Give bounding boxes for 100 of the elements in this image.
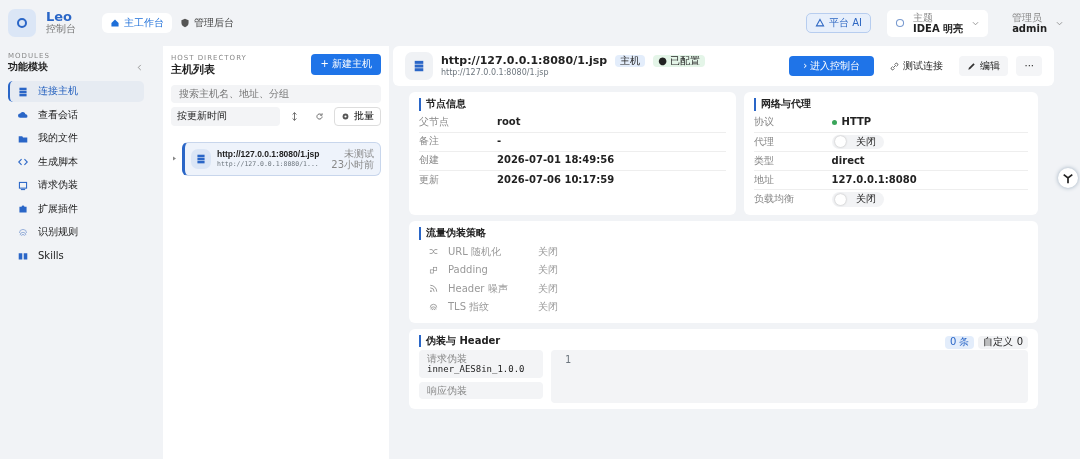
toggle-switch[interactable]: 关闭 [831, 134, 884, 149]
host-status: 未测试 [343, 147, 374, 159]
sort-dropdown[interactable]: 按更新时间 [171, 107, 280, 126]
home-icon [110, 18, 120, 28]
line-number: 1 [565, 354, 572, 365]
panel-title: 流量伪装策略 [419, 227, 1028, 240]
logo-icon [8, 9, 36, 37]
selector-label: 主题 [913, 11, 935, 23]
fingerprint-icon [18, 227, 28, 238]
sidebar-item[interactable]: 请求伪装 [8, 175, 144, 196]
field-label: 代理 [753, 135, 775, 148]
enter-console-button[interactable]: › 进入控制台 [789, 55, 875, 77]
pencil-icon [967, 61, 977, 71]
sidebar-item[interactable]: 生成脚本 [8, 151, 144, 173]
server-icon [191, 148, 211, 169]
custom-badge: 自定义 0 [978, 336, 1028, 349]
setting-label: Padding [448, 264, 489, 277]
field-value: 2026-07-01 18:49:56 [497, 154, 615, 167]
nav-tab[interactable]: 主工作台 [102, 12, 172, 34]
field-label: 类型 [753, 154, 775, 168]
field-label: 地址 [753, 173, 775, 187]
server-icon [405, 52, 433, 80]
field-value: 127.0.0.1:8080 [831, 173, 917, 187]
detail-url: http://127.0.0.1:8080/1.jsp [441, 67, 550, 78]
host-time: 23小时前 [331, 158, 374, 170]
expand-icon[interactable] [171, 155, 178, 162]
panel-title: 网络与代理 [753, 98, 1028, 111]
collapse-button[interactable] [135, 62, 144, 72]
field-label: 父节点 [419, 116, 450, 129]
cloud-icon [18, 110, 28, 120]
server-icon [18, 86, 28, 97]
setting-label: Header 噪声 [448, 282, 509, 295]
sidebar-item[interactable]: Skills [8, 245, 144, 267]
edit-button[interactable]: 编辑 [959, 55, 1009, 77]
field-value: direct [831, 154, 865, 168]
host-name: http://127.0.0.1:8080/1.jsp [217, 149, 321, 160]
toggle-switch[interactable]: 关闭 [831, 192, 884, 207]
field-value: 2026-07-06 10:17:59 [497, 173, 615, 187]
sidebar-item[interactable]: 识别规则 [8, 222, 144, 243]
setting-label: URL 随机化 [448, 245, 503, 258]
rss-icon [429, 284, 438, 294]
tag: ● 已配置 [653, 54, 706, 68]
batch-button[interactable]: 批量 [334, 107, 381, 126]
setting-value: 关闭 [538, 245, 558, 258]
field-label: 响应伪装 [427, 385, 468, 397]
brand-name: Leo [46, 10, 73, 24]
shield-icon [180, 18, 190, 28]
search-field[interactable]: 搜索主机名、地址、分组 [171, 84, 381, 103]
gear-icon [341, 111, 350, 121]
field-value: root [497, 116, 521, 129]
field-value: HTTP [841, 116, 872, 129]
monitor-icon [18, 180, 28, 191]
sidebar-item[interactable]: 我的文件 [8, 128, 144, 149]
tag: 主机 [615, 54, 646, 68]
book-icon [18, 251, 28, 261]
shuffle-icon [429, 247, 438, 257]
ai-button[interactable]: 平台 AI [806, 12, 872, 34]
more-button[interactable]: ··· [1016, 55, 1042, 77]
palette-icon [895, 18, 906, 28]
sidebar-item[interactable]: 查看会话 [8, 104, 144, 126]
panel-title: 主机列表 [171, 62, 216, 77]
setting-value: 关闭 [538, 282, 558, 295]
caret-icon [135, 62, 144, 72]
setting-label: TLS 指纹 [448, 301, 491, 314]
new-host-button[interactable]: + 新建主机 [311, 54, 381, 75]
refresh-icon [315, 111, 324, 121]
selector-value: admin [1012, 22, 1047, 35]
code-editor[interactable]: 1 [551, 350, 1028, 404]
blocks-icon [429, 265, 438, 275]
field-label: 负载均衡 [753, 193, 795, 206]
field-value: - [497, 135, 502, 148]
status-dot [831, 120, 837, 125]
sidebar-item[interactable]: 连接主机 [8, 81, 144, 102]
field-label: 创建 [419, 154, 440, 167]
sidebar-title: 功能模块 [8, 60, 48, 74]
brand-subtitle: 控制台 [46, 23, 76, 36]
theme-selector[interactable]: 主题 IDEA 明亮 [887, 9, 989, 37]
panel-title: 伪装与 Header [419, 334, 501, 347]
setting-value: 关闭 [538, 264, 558, 277]
sort-icon [290, 111, 299, 121]
selector-value: IDEA 明亮 [913, 22, 964, 35]
user-menu[interactable]: 管理员 admin [1004, 9, 1072, 37]
nav-tab[interactable]: 管理后台 [172, 12, 242, 34]
code-icon [18, 157, 28, 167]
setting-value: 关闭 [538, 301, 558, 314]
assistant-icon[interactable] [1058, 168, 1078, 188]
panel-title: 节点信息 [419, 98, 726, 111]
field-value: inner_AES8in_1.0.0 [427, 364, 526, 376]
sidebar-item[interactable]: 扩展插件 [8, 198, 144, 220]
field-label: 请求伪装 [427, 353, 468, 364]
count-badge: 0 条 [944, 336, 975, 349]
fingerprint-icon [429, 302, 438, 312]
puzzle-icon [18, 204, 28, 214]
selector-label: 管理员 [1012, 11, 1043, 23]
link-icon [890, 61, 900, 71]
detail-title: http://127.0.0.1:8080/1.jsp [441, 54, 608, 68]
field-label: 更新 [419, 173, 440, 187]
field-label: 备注 [419, 135, 440, 148]
folder-icon [18, 133, 28, 144]
triangle-icon [815, 18, 826, 28]
